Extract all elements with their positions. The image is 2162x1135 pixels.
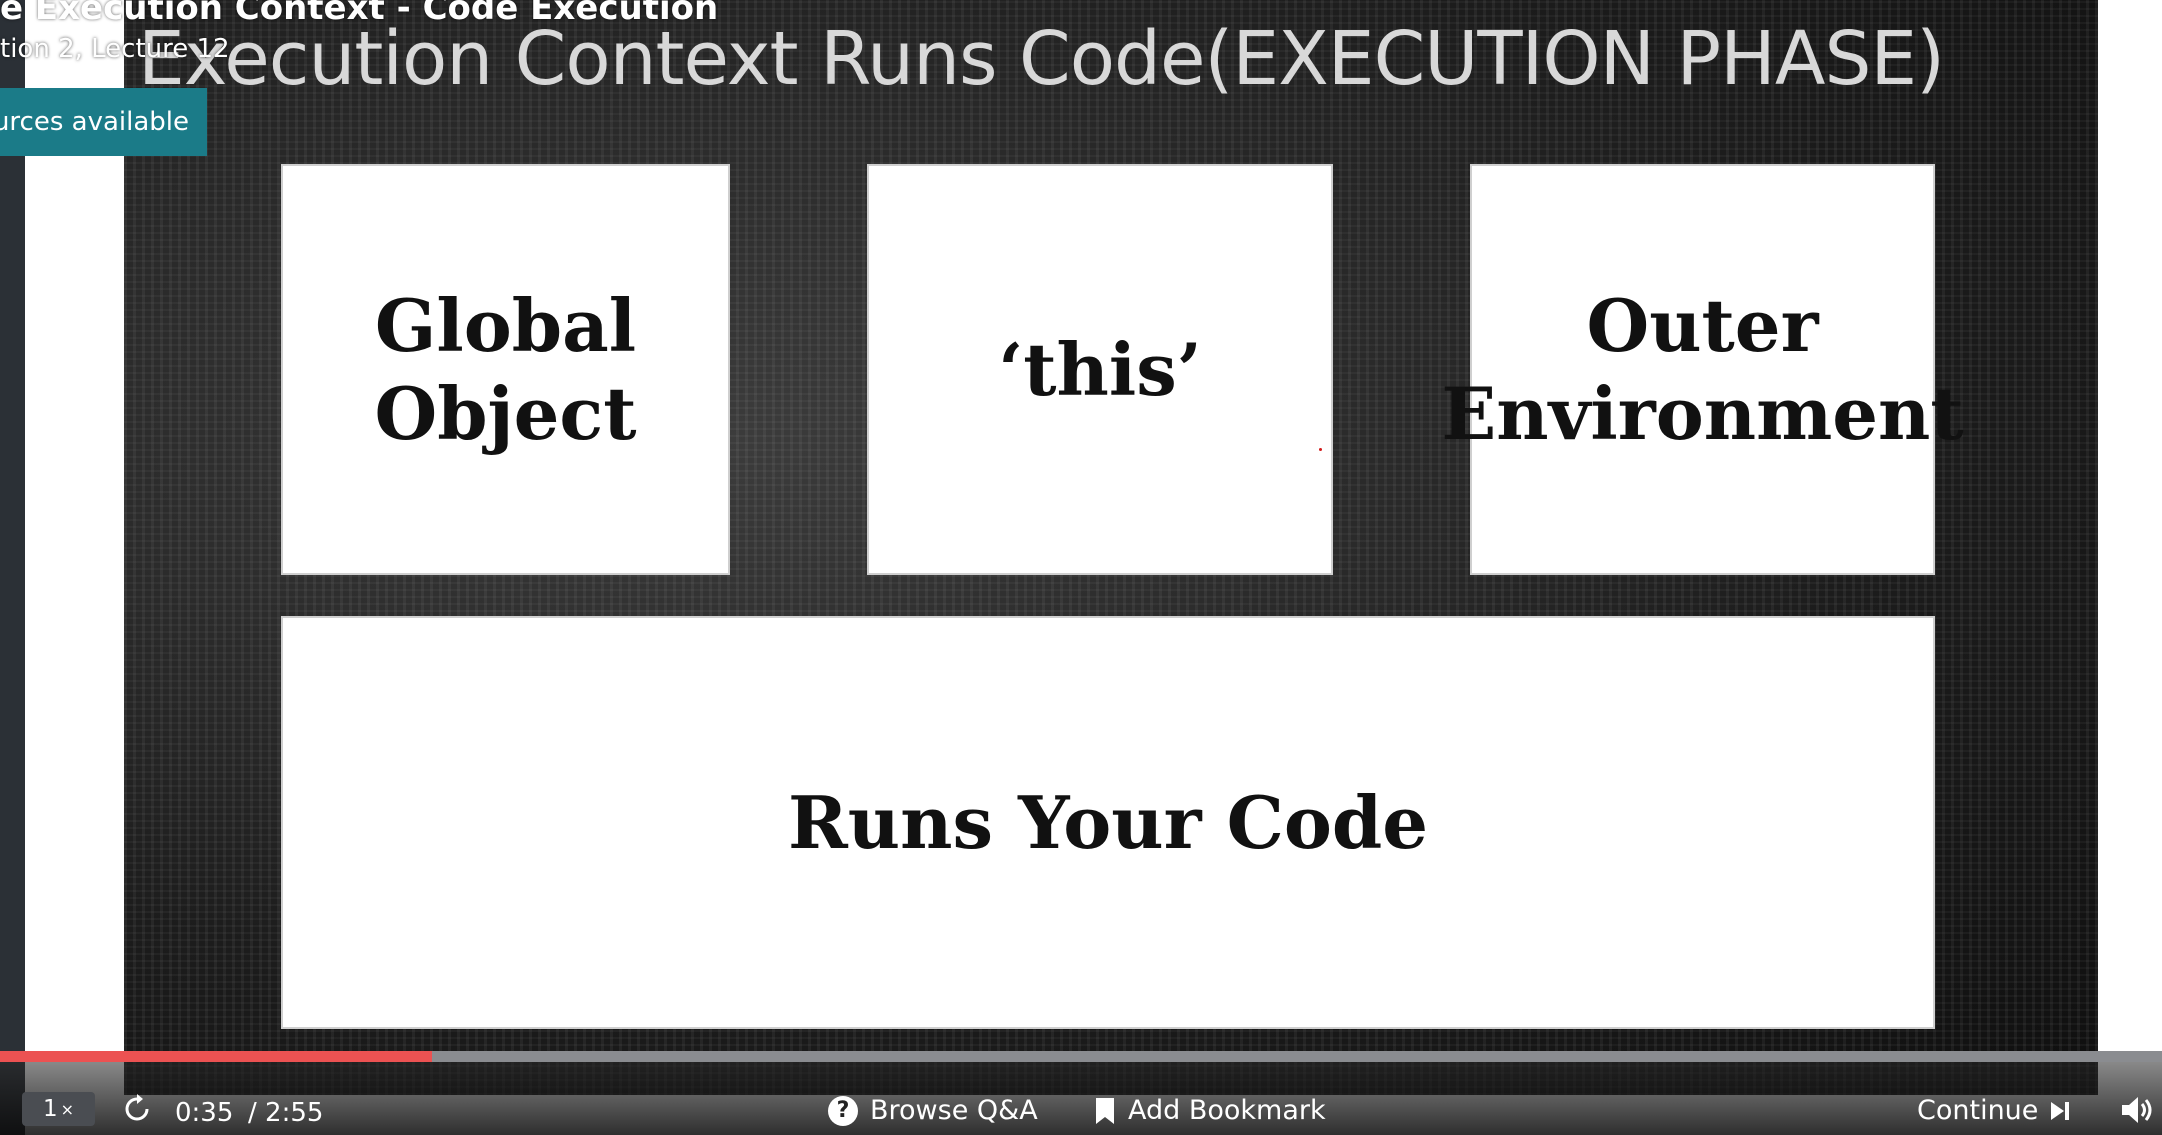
bookmark-icon: [1096, 1097, 1114, 1124]
global-object-box: Global Object: [281, 164, 730, 575]
browse-qa-button[interactable]: ? Browse Q&A: [828, 1095, 1038, 1126]
this-box: ‘this’: [867, 164, 1333, 575]
progress-bar[interactable]: [0, 1051, 2162, 1062]
continue-button[interactable]: Continue: [1917, 1095, 2072, 1126]
speed-suffix: ×: [60, 1099, 75, 1119]
red-dot-mark: [1319, 448, 1322, 451]
resources-available-button[interactable]: ources available: [0, 88, 207, 156]
speed-value: 1: [42, 1096, 58, 1122]
add-bookmark-label: Add Bookmark: [1128, 1095, 1326, 1126]
volume-icon[interactable]: [2120, 1094, 2156, 1126]
add-bookmark-button[interactable]: Add Bookmark: [1094, 1095, 1326, 1126]
outer-environment-line1: Outer: [1586, 282, 1819, 368]
continue-label: Continue: [1917, 1095, 2039, 1126]
replay-icon[interactable]: [122, 1094, 152, 1124]
lecture-title: e Execution Context - Code Execution: [0, 0, 719, 28]
outer-environment-box: Outer Environment: [1441, 164, 1964, 575]
browse-qa-label: Browse Q&A: [870, 1095, 1038, 1126]
current-time: 0:35: [175, 1098, 234, 1128]
go-to-link[interactable]: Go t: [2100, 0, 2161, 20]
runs-your-code-box: Runs Your Code: [281, 616, 1935, 1029]
this-label: ‘this’: [998, 326, 1202, 412]
skip-next-icon: [2051, 1101, 2070, 1120]
slide-frame: Execution Context Runs Code(EXECUTION PH…: [124, 0, 2098, 1095]
progress-fill: [0, 1051, 433, 1062]
global-object-line1: Global: [374, 282, 637, 368]
outer-environment-line2: Environment: [1441, 370, 1964, 456]
lecture-subtitle: tion 2, Lecture 12: [0, 34, 230, 64]
playback-speed-button[interactable]: 1 ×: [22, 1092, 95, 1126]
runs-your-code-label: Runs Your Code: [787, 779, 1429, 865]
left-panel-strip: [0, 0, 25, 1135]
duration: / 2:55: [248, 1098, 324, 1128]
slide-title: Execution Context Runs Code(EXECUTION PH…: [138, 16, 1945, 102]
global-object-line2: Object: [374, 370, 637, 456]
player-controls: 1 × 0:35 / 2:55 ? Browse Q&A Add Bookmark…: [0, 1062, 2162, 1135]
question-icon: ?: [828, 1095, 858, 1126]
